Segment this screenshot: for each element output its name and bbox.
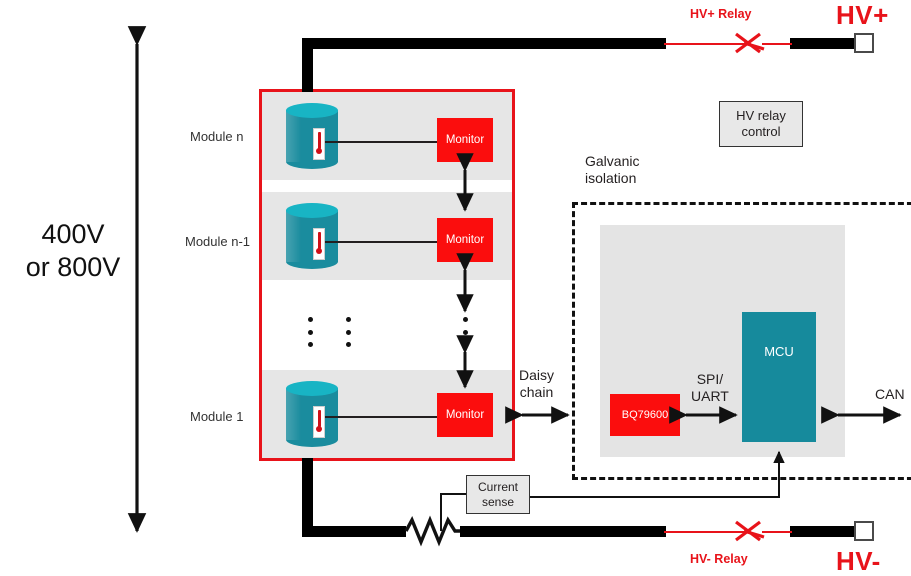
hv-minus-bus-left: [302, 526, 406, 537]
diagram-canvas: 400V or 800V Module n Module n-1 Module …: [0, 0, 911, 576]
can-label: CAN: [875, 386, 905, 402]
hv-relay-control-box[interactable]: HV relay control: [719, 101, 803, 147]
module-ellipsis-left: [307, 317, 313, 347]
hv-minus-relay-label: HV- Relay: [690, 552, 748, 566]
hv-minus-terminal-post[interactable]: [854, 521, 874, 541]
monitor-label-n-1: Monitor: [445, 234, 485, 246]
battery-cell-1: [286, 381, 338, 447]
mcu-label: MCU: [764, 343, 794, 359]
sense-wire-n-1: [325, 241, 437, 243]
mcu-block[interactable]: MCU: [742, 312, 816, 442]
monitor-block-1[interactable]: Monitor: [437, 393, 493, 437]
hv-minus-relay-wire-left: [664, 530, 744, 533]
monitor-label-n: Monitor: [445, 134, 485, 146]
temperature-sensor-icon-1: [313, 406, 325, 438]
daisy-chain-label: Daisy chain: [519, 367, 555, 400]
hv-plus-terminal-post[interactable]: [854, 33, 874, 53]
hv-plus-relay-wire-left: [664, 42, 744, 45]
hv-plus-relay-wire-right: [762, 42, 792, 45]
pack-voltage-label: 400V or 800V: [25, 219, 121, 282]
spi-uart-label: SPI/ UART: [691, 371, 729, 404]
hv-minus-relay-wire-right: [762, 530, 792, 533]
hv-plus-terminal-label: HV+: [836, 0, 889, 30]
shunt-resistor: [404, 515, 460, 547]
battery-cell-n-1: [286, 203, 338, 269]
module-label-1: Module 1: [190, 409, 244, 424]
monitor-block-n-1[interactable]: Monitor: [437, 218, 493, 262]
bq79600-block[interactable]: BQ79600: [610, 394, 680, 436]
hv-minus-terminal-label: HV-: [836, 546, 881, 576]
battery-cell-n: [286, 103, 338, 169]
bq79600-label: BQ79600: [621, 409, 669, 421]
sense-wire-1: [325, 416, 437, 418]
galvanic-isolation-label: Galvanic isolation: [585, 153, 640, 186]
hv-minus-bus-vertical: [302, 458, 313, 526]
temperature-sensor-icon-n: [313, 128, 325, 160]
hv-minus-bus-right: [460, 526, 666, 537]
current-sense-label: Current sense: [477, 479, 518, 509]
hv-plus-relay-label: HV+ Relay: [690, 7, 752, 21]
current-sense-box[interactable]: Current sense: [466, 475, 530, 514]
sense-wire-n: [325, 141, 437, 143]
hv-plus-bus-horizontal: [302, 38, 666, 49]
module-label-n-1: Module n-1: [185, 234, 251, 249]
daisy-chain-ellipsis: [462, 317, 468, 347]
monitor-label-1: Monitor: [445, 409, 485, 421]
module-ellipsis-middle: [345, 317, 351, 347]
temperature-sensor-icon-n-1: [313, 228, 325, 260]
module-label-n: Module n: [190, 129, 244, 144]
hv-relay-control-label: HV relay control: [736, 107, 786, 139]
hv-plus-bus-tail: [790, 38, 854, 49]
monitor-block-n[interactable]: Monitor: [437, 118, 493, 162]
hv-minus-bus-tail: [790, 526, 854, 537]
